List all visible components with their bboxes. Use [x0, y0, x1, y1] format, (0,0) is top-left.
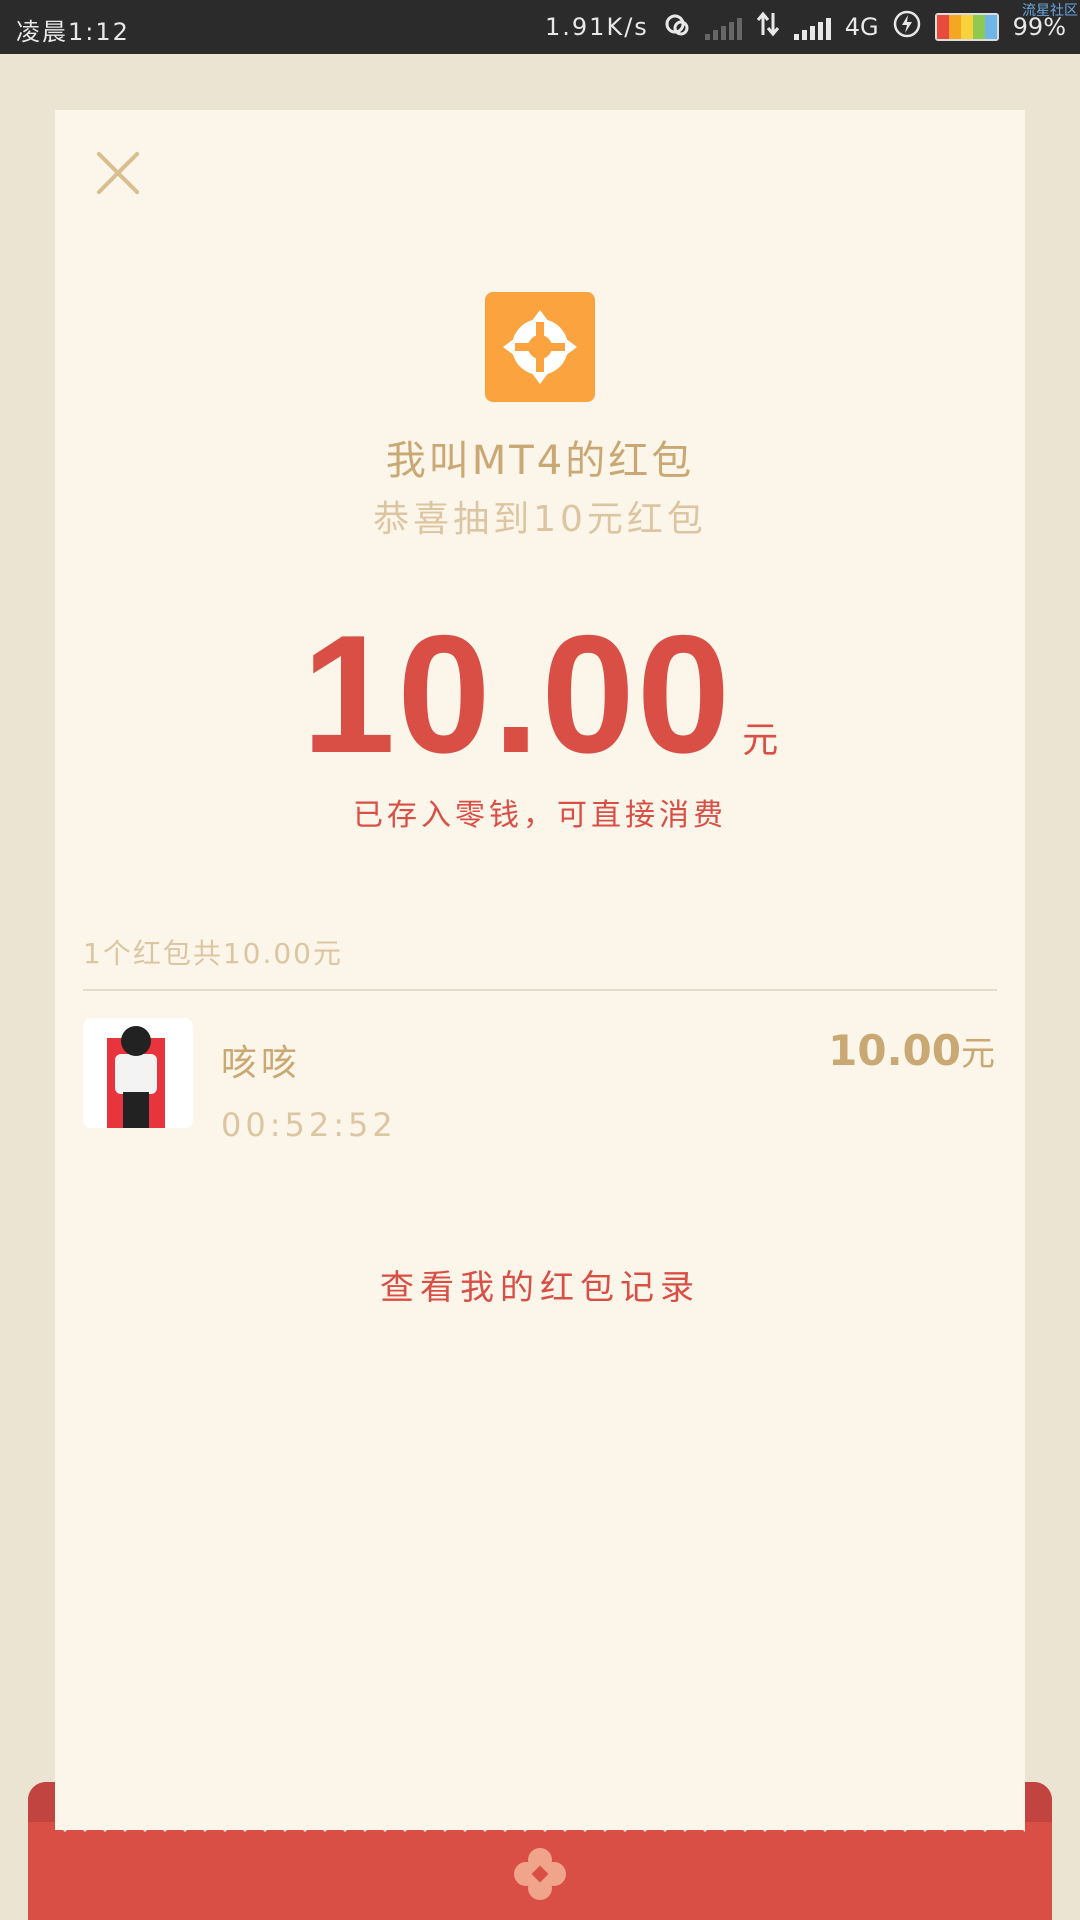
- network-type: 4G: [844, 13, 879, 41]
- packet-summary: 1个红包共10.00元: [83, 937, 343, 970]
- recipient-name: 咳咳: [221, 1043, 302, 1084]
- status-time: 凌晨1:12: [16, 18, 130, 46]
- amount-value: 10.00: [301, 600, 733, 788]
- sender-name: 我叫MT4的红包: [385, 438, 695, 484]
- signal-icon-sim1: [704, 14, 742, 40]
- network-speed: 1.91K/s: [545, 13, 649, 41]
- avatar: [83, 1018, 193, 1128]
- amount-display: 10.00 元: [55, 598, 1025, 791]
- battery-icon: [934, 13, 999, 41]
- status-bar: 凌晨1:12 1.91K/s 4G 99% 流星社区: [0, 0, 1080, 54]
- signal-icon-sim2: [793, 14, 831, 40]
- amount-unit: 元: [742, 720, 779, 761]
- saved-to-wallet-note: 已存入零钱，可直接消费: [353, 798, 727, 833]
- greeting-text: 恭喜抽到10元红包: [373, 499, 707, 540]
- red-packet-card: 我叫MT4的红包 恭喜抽到10元红包 10.00 元 已存入零钱，可直接消费 1个…: [55, 110, 1025, 1830]
- divider: [83, 989, 997, 991]
- view-history-link[interactable]: 查看我的红包记录: [55, 1260, 1025, 1309]
- watermark: 流星社区: [1022, 3, 1078, 19]
- sync-icon: [663, 11, 691, 43]
- app-icon: [485, 292, 595, 402]
- close-icon[interactable]: [95, 150, 141, 196]
- recipient-amount-value: 10.00: [828, 1026, 961, 1075]
- status-icons: 1.91K/s 4G 99%: [545, 10, 1066, 44]
- charging-icon: [893, 10, 921, 44]
- envelope-logo-icon: [514, 1848, 566, 1900]
- recipient-time: 00:52:52: [221, 1106, 397, 1144]
- data-transfer-icon: [756, 11, 780, 43]
- recipient-amount: 10.00元: [828, 1026, 995, 1075]
- list-item: 咳咳 00:52:52 10.00元: [83, 1018, 997, 1144]
- card-zigzag-edge: [55, 1822, 1025, 1832]
- recipient-amount-unit: 元: [961, 1034, 995, 1074]
